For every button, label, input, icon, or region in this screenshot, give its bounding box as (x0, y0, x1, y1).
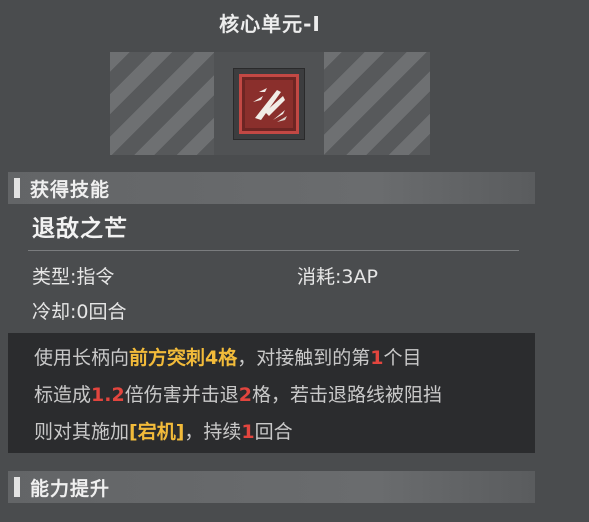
skill-icon-frame (239, 73, 299, 134)
desc-text: ，持续 (184, 421, 242, 443)
desc-number: 1.2 (91, 384, 125, 406)
desc-text: 标造成 (34, 384, 92, 406)
skill-type-value: 指令 (76, 266, 115, 288)
skill-cost-value: 3AP (341, 266, 378, 288)
skill-type-label: 类型: (32, 266, 77, 288)
blade-slash-icon (253, 87, 287, 122)
skill-cooldown: 冷却:0回合 (32, 297, 127, 324)
description-line-1: 使用长柄向前方突刺4格，对接触到的第1个目 (34, 340, 525, 377)
desc-text: 个目 (383, 347, 422, 369)
description-line-3: 则对其施加[宕机]，持续1回合 (34, 414, 525, 451)
skill-name: 退敌之芒 (32, 216, 128, 242)
acquired-skill-label: 获得技能 (30, 178, 111, 201)
section-bar (14, 477, 20, 497)
desc-number: 1 (370, 347, 384, 369)
skill-cooldown-value: 0回合 (76, 301, 127, 323)
acquired-skill-header: 获得技能 (8, 172, 535, 204)
skill-icon-slot (214, 52, 324, 155)
skill-cost-label: 消耗: (297, 266, 342, 288)
divider (28, 250, 519, 251)
upgrade-header: 能力提升 (8, 471, 535, 503)
skill-banner (110, 52, 430, 155)
desc-number: 2 (238, 384, 252, 406)
desc-text: 回合 (254, 421, 293, 443)
description-line-2: 标造成1.2倍伤害并击退2格，若击退路线被阻挡 (34, 377, 525, 414)
skill-cooldown-label: 冷却: (32, 301, 77, 323)
desc-status-keyword[interactable]: [宕机] (129, 421, 184, 443)
skill-cost: 消耗:3AP (297, 262, 378, 289)
desc-text: 则对其施加 (34, 421, 130, 443)
skill-description: 使用长柄向前方突刺4格，对接触到的第1个目 标造成1.2倍伤害并击退2格，若击退… (8, 333, 535, 453)
desc-keyword: 前方突刺4格 (129, 347, 238, 369)
panel-title: 核心单元-Ⅰ (219, 12, 321, 36)
section-bar (14, 178, 20, 198)
desc-text: 格，若击退路线被阻挡 (251, 384, 442, 406)
desc-number: 1 (241, 421, 255, 443)
desc-text: 使用长柄向 (34, 347, 130, 369)
skill-type: 类型:指令 (32, 262, 114, 289)
desc-text: 倍伤害并击退 (124, 384, 239, 406)
skill-icon-button[interactable] (233, 67, 305, 140)
upgrade-label: 能力提升 (30, 477, 111, 500)
desc-text: ，对接触到的第 (237, 347, 371, 369)
